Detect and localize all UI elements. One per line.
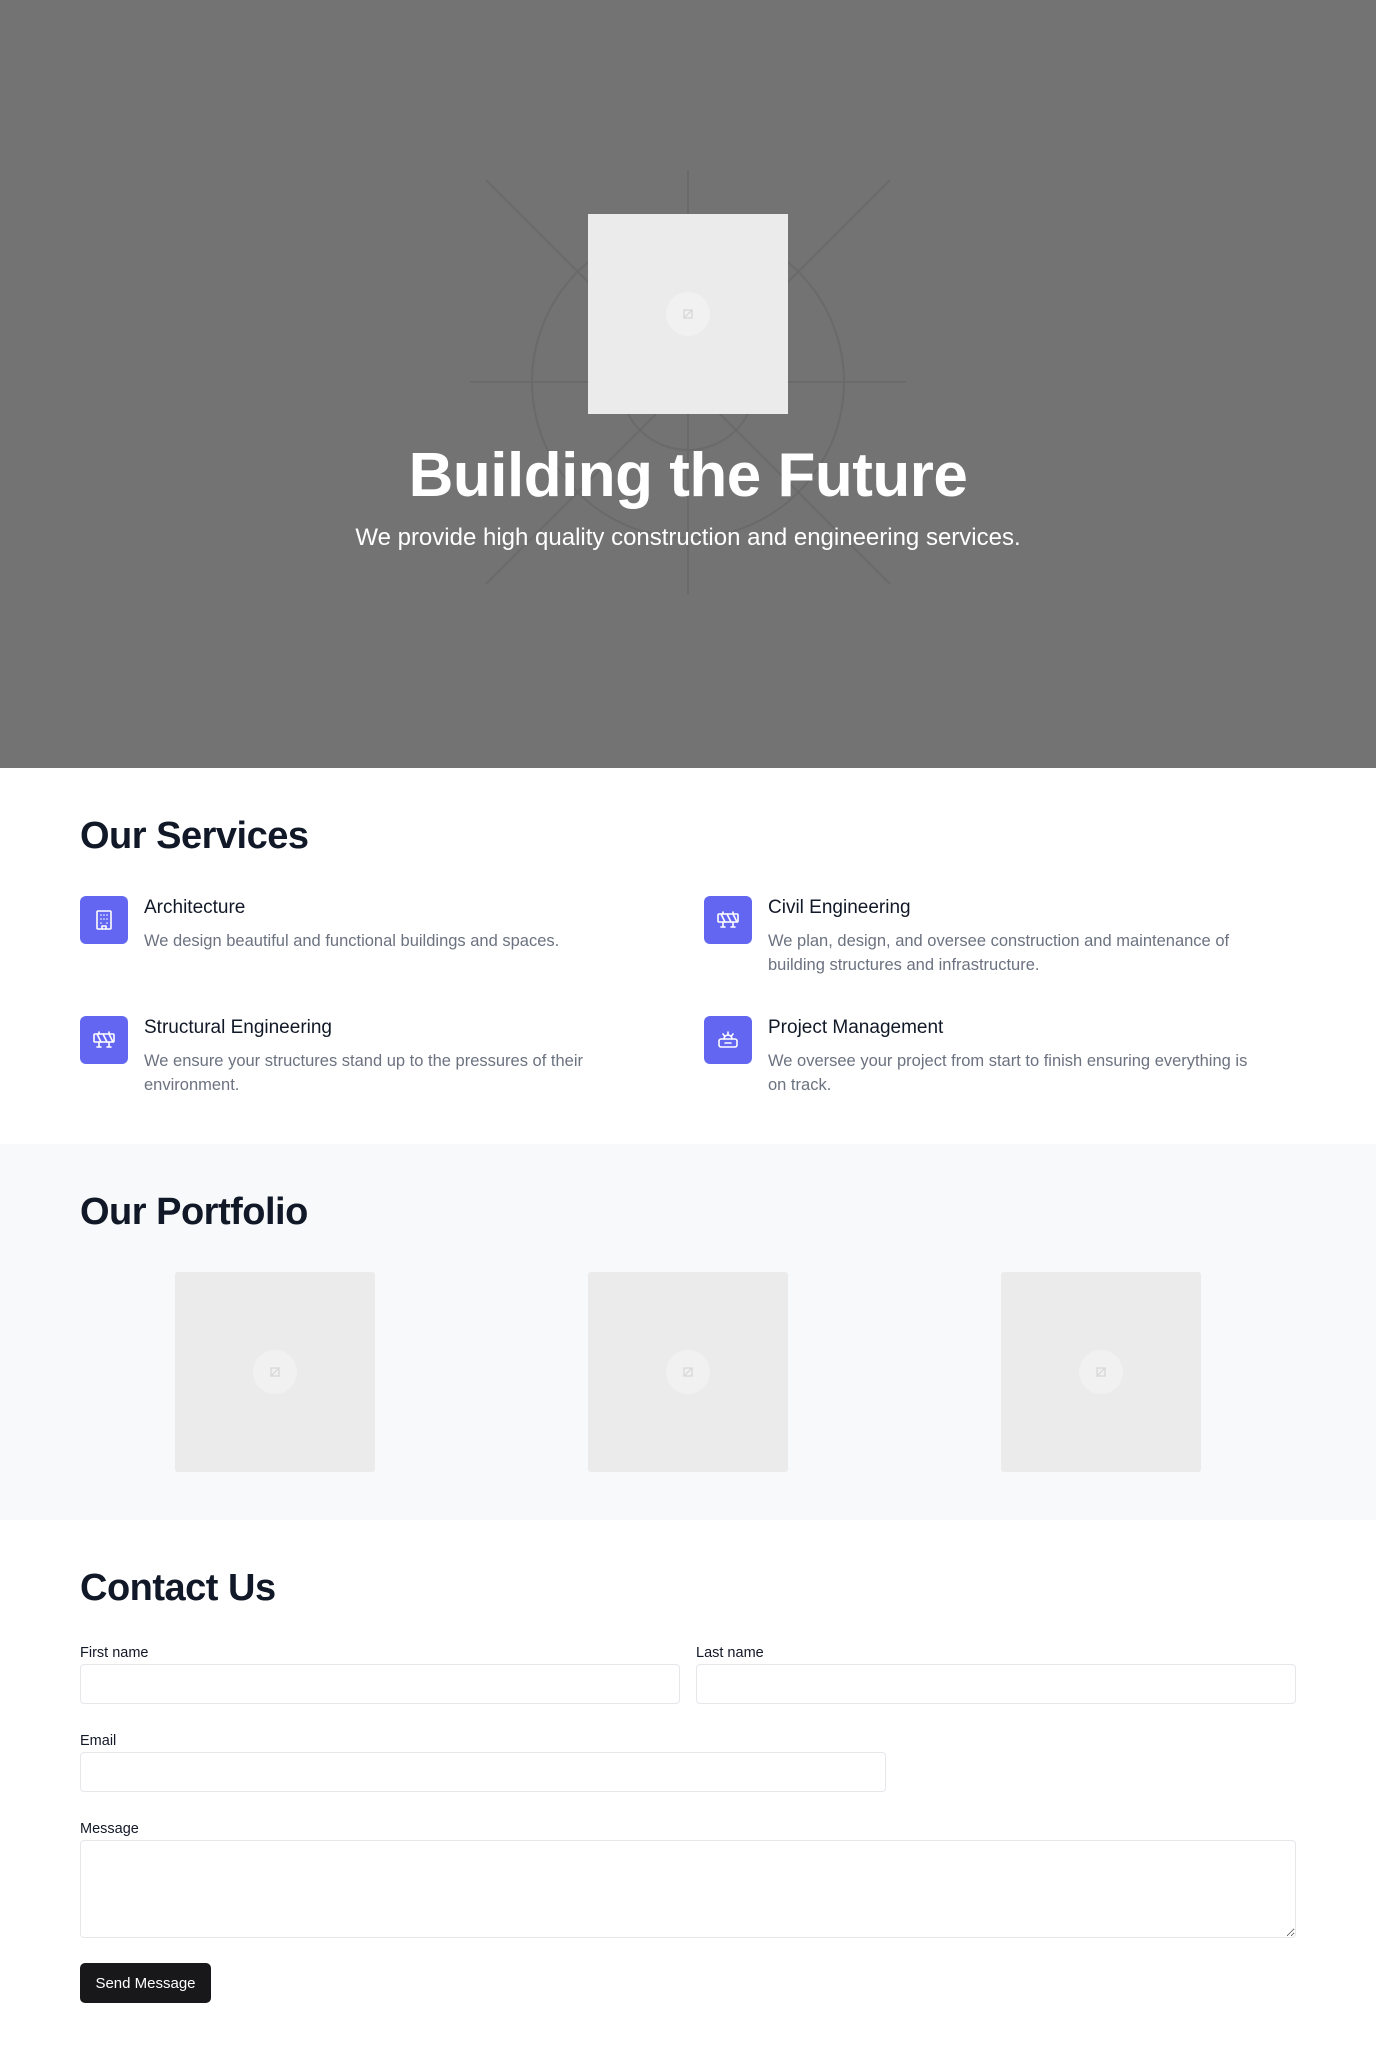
portfolio-item[interactable] bbox=[588, 1272, 788, 1472]
hero-subtitle: We provide high quality construction and… bbox=[355, 524, 1021, 551]
service-description: We plan, design, and oversee constructio… bbox=[768, 932, 1230, 974]
last-name-field[interactable] bbox=[696, 1664, 1296, 1704]
service-title: Civil Engineering bbox=[768, 897, 911, 918]
service-title: Architecture bbox=[144, 897, 246, 918]
service-title: Project Management bbox=[768, 1017, 944, 1038]
portfolio-section: Our Portfolio bbox=[0, 1144, 1376, 1520]
message-label: Message bbox=[80, 1821, 139, 1837]
hard-hat-icon bbox=[704, 1016, 752, 1064]
service-description: We oversee your project from start to fi… bbox=[768, 1052, 1248, 1094]
send-message-button[interactable]: Send Message bbox=[80, 1963, 211, 2003]
image-placeholder-icon bbox=[1079, 1350, 1123, 1394]
hero-title: Building the Future bbox=[408, 441, 968, 510]
email-label: Email bbox=[80, 1733, 117, 1749]
last-name-label: Last name bbox=[696, 1645, 764, 1661]
service-description: We ensure your structures stand up to th… bbox=[144, 1052, 583, 1094]
portfolio-item[interactable] bbox=[1001, 1272, 1201, 1472]
image-placeholder-icon bbox=[666, 292, 710, 336]
portfolio-item[interactable] bbox=[175, 1272, 375, 1472]
barrier-icon bbox=[704, 896, 752, 944]
services-title: Our Services bbox=[80, 815, 309, 857]
first-name-label: First name bbox=[80, 1645, 149, 1661]
email-field[interactable] bbox=[80, 1752, 886, 1792]
first-name-field[interactable] bbox=[80, 1664, 680, 1704]
message-field[interactable] bbox=[80, 1840, 1296, 1938]
portfolio-title: Our Portfolio bbox=[80, 1191, 308, 1233]
contact-title: Contact Us bbox=[80, 1567, 276, 1609]
service-title: Structural Engineering bbox=[144, 1017, 332, 1038]
image-placeholder-icon bbox=[666, 1350, 710, 1394]
building-icon bbox=[80, 896, 128, 944]
hero-section: Building the Future We provide high qual… bbox=[0, 0, 1376, 768]
barrier-icon bbox=[80, 1016, 128, 1064]
service-description: We design beautiful and functional build… bbox=[144, 932, 560, 950]
hero-image-placeholder bbox=[588, 214, 788, 414]
image-placeholder-icon bbox=[253, 1350, 297, 1394]
